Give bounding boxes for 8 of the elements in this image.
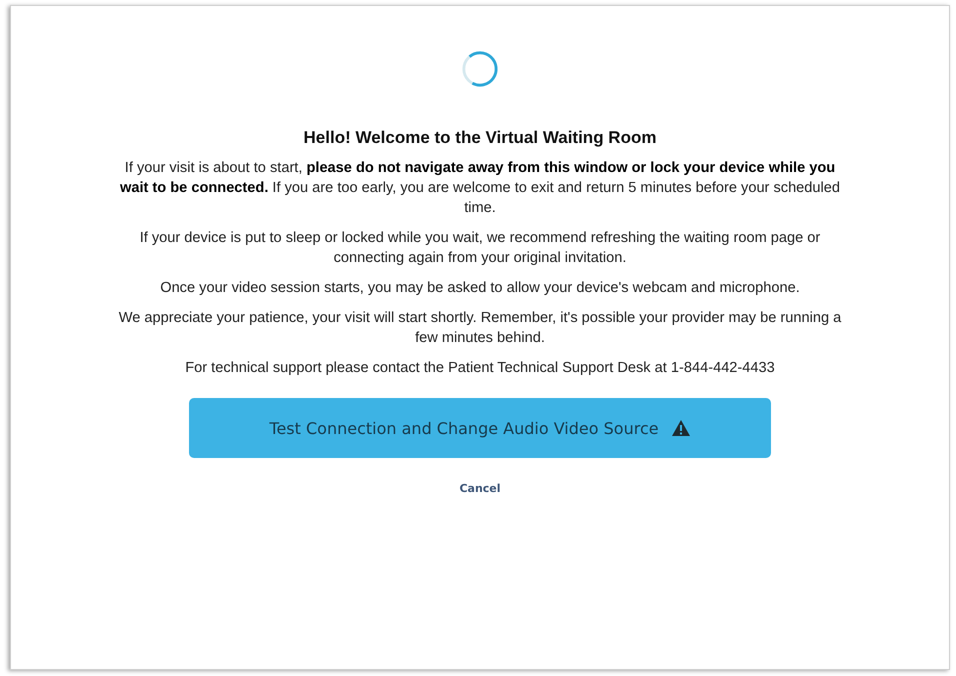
- dialog-title: Hello! Welcome to the Virtual Waiting Room: [304, 128, 656, 148]
- info-paragraph: If your visit is about to start, please do not navigate away from this window or lock your device while you wait to be connected. If you are too early, you are welcome to exit and return 5 minutes before your scheduled time.: [118, 159, 842, 218]
- test-connection-button[interactable]: Test Connection and Change Audio Video Source: [189, 398, 771, 458]
- info-paragraph: For technical support please contact the Patient Technical Support Desk at 1-844-442-4433: [184, 359, 776, 378]
- cancel-link[interactable]: Cancel: [459, 482, 501, 495]
- info-paragraph: We appreciate your patience, your visit will start shortly. Remember, it's possible your provider may be running a few minutes behind.: [118, 309, 842, 348]
- info-paragraph: Once your video session starts, you may be asked to allow your device's webcam and microphone.: [159, 279, 801, 298]
- info-paragraph: If your device is put to sleep or locked while you wait, we recommend refreshing the waiting room page or connecting again from your original invitation.: [138, 229, 822, 268]
